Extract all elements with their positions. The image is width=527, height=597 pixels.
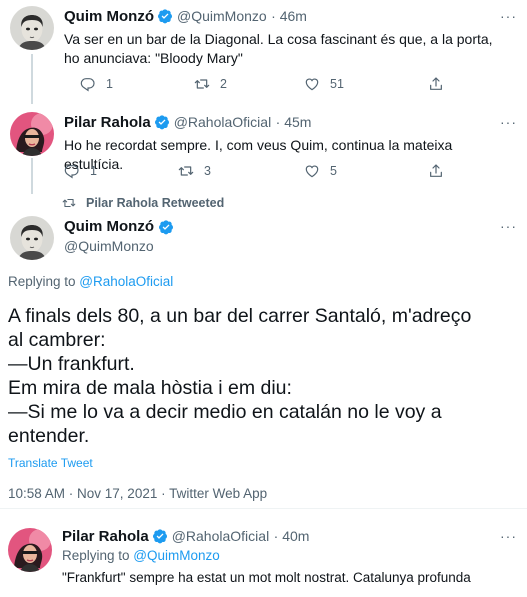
replying-to: Replying to @QuimMonzo [62,548,220,563]
verified-badge-icon [152,528,168,544]
like-icon [304,163,320,179]
thread-connector [31,54,33,104]
more-options-icon[interactable]: ··· [500,218,517,234]
timestamp[interactable]: · 46m [271,8,307,24]
text-line: —Si me lo va a decir medio en catalán no… [8,401,442,423]
more-options-icon[interactable]: ··· [500,528,517,544]
retweet-icon [178,163,194,179]
text-line: al cambrer: [8,329,106,351]
retweet-icon [62,196,76,210]
text-line: —Un frankfurt. [8,353,135,375]
main-tweet-text: A finals dels 80, a un bar del carrer Sa… [8,304,523,448]
author-handle[interactable]: @QuimMonzo [64,238,154,254]
translate-tweet-link[interactable]: Translate Tweet [8,456,93,470]
timestamp[interactable]: · 40m [274,528,310,544]
reply-icon [64,163,80,179]
main-tweet: Quim Monzó @QuimMonzo ··· Replying to @R… [0,212,527,512]
share-icon [428,76,444,92]
avatar[interactable] [10,216,54,260]
tweet-text: "Frankfurt" sempre ha estat un mot molt … [62,570,471,585]
replying-to: Replying to @RaholaOficial [8,274,173,289]
text-line: A finals dels 80, a un bar del carrer Sa… [8,305,472,327]
more-options-icon[interactable]: ··· [500,114,517,130]
author-name[interactable]: Pilar Rahola [62,528,149,545]
text-line: Em mira de mala hòstia i em diu: [8,377,292,399]
share-button[interactable] [428,163,444,179]
author-handle[interactable]: @RaholaOficial [174,114,271,130]
author-handle[interactable]: @RaholaOficial [172,528,269,544]
verified-badge-icon [154,114,170,130]
retweet-icon [194,76,210,92]
replying-to-label: Replying to [62,548,134,563]
like-icon [304,76,320,92]
reply-tweet[interactable]: Pilar Rahola @RaholaOficial · 40m ··· Rep… [0,520,527,597]
replying-to-handle[interactable]: @RaholaOficial [79,274,173,289]
share-button[interactable] [428,76,444,92]
tweet-actions: 1 3 5 [64,163,444,183]
retweet-button[interactable]: 3 [178,163,211,179]
verified-badge-icon [157,8,173,24]
author-name[interactable]: Quim Monzó [64,8,154,25]
timestamp[interactable]: · 45m [276,114,312,130]
avatar[interactable] [10,6,54,50]
tweet-actions: 1 2 51 [80,76,460,96]
retweet-count: 3 [204,164,211,178]
replying-to-handle[interactable]: @QuimMonzo [133,548,219,563]
like-button[interactable]: 5 [304,163,337,179]
like-button[interactable]: 51 [304,76,344,92]
reply-count: 1 [90,164,97,178]
retweet-context-label: Pilar Rahola Retweeted [86,196,225,210]
share-icon [428,163,444,179]
reply-button[interactable]: 1 [64,163,97,179]
reply-button[interactable]: 1 [80,76,113,92]
text-line: entender. [8,425,90,447]
verified-badge-icon [158,219,174,235]
reply-count: 1 [106,77,113,91]
thread-connector [31,158,33,194]
retweet-count: 2 [220,77,227,91]
like-count: 5 [330,164,337,178]
avatar[interactable] [10,112,54,156]
reply-icon [80,76,96,92]
author-name[interactable]: Quim Monzó [64,218,154,235]
replying-to-label: Replying to [8,274,80,289]
author-name[interactable]: Pilar Rahola [64,114,151,131]
avatar[interactable] [8,528,52,572]
tweet-meta[interactable]: 10:58 AM · Nov 17, 2021 · Twitter Web Ap… [8,486,267,501]
divider [0,508,527,509]
retweet-button[interactable]: 2 [194,76,227,92]
more-options-icon[interactable]: ··· [500,8,517,24]
retweet-context[interactable]: Pilar Rahola Retweeted [62,196,224,210]
tweet-text: Va ser en un bar de la Diagonal. La cosa… [64,31,493,66]
author-handle[interactable]: @QuimMonzo [177,8,267,24]
like-count: 51 [330,77,344,91]
